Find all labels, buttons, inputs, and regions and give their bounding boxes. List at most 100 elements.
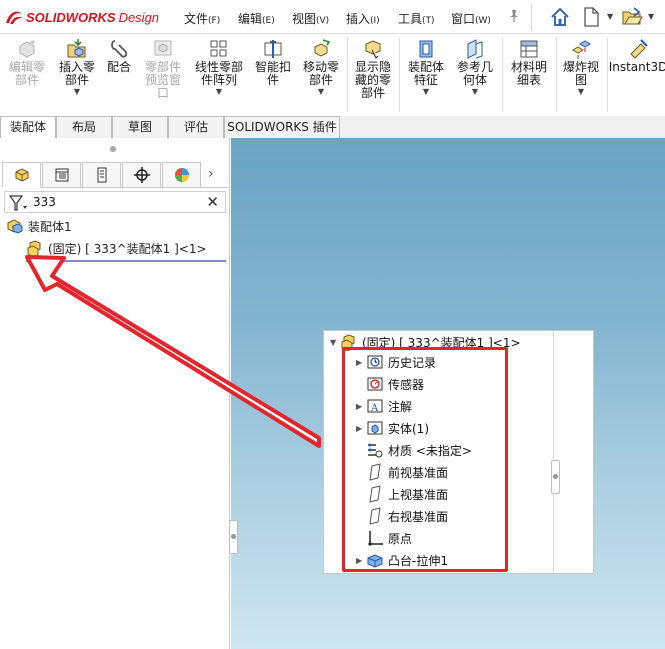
tab-layout[interactable]: 布局 bbox=[56, 116, 112, 138]
tree-root-assembly[interactable]: 装配体1 bbox=[6, 217, 72, 235]
tab-assembly[interactable]: 装配体 bbox=[0, 116, 56, 139]
bom-label: 材料明 细表 bbox=[510, 60, 547, 87]
edit-component-button[interactable]: 编辑零 部件 bbox=[4, 38, 50, 87]
dimxpert-icon bbox=[133, 167, 150, 183]
filter-input[interactable]: 333 bbox=[33, 195, 56, 209]
component-preview-label: 零部件 预览窗 口 bbox=[144, 60, 181, 100]
menu-window[interactable]: 窗口(W) bbox=[451, 10, 491, 27]
display-manager-icon bbox=[174, 168, 189, 182]
feature-manager-icon bbox=[15, 168, 28, 182]
ribbon-separator bbox=[502, 38, 503, 112]
menu-file-key: (F) bbox=[208, 16, 221, 26]
tree-root-label: 装配体1 bbox=[28, 219, 72, 234]
command-tabs-bar: 装配体 布局 草图 评估 SOLIDWORKS 插件 bbox=[0, 116, 665, 139]
exploded-view-button[interactable]: 爆炸视 图 ▼ bbox=[558, 38, 604, 96]
tab-dimxpert-manager[interactable] bbox=[122, 162, 161, 188]
tab-configuration-manager[interactable] bbox=[82, 162, 121, 188]
menu-window-label: 窗口 bbox=[451, 12, 476, 26]
selection-underline bbox=[26, 260, 226, 262]
title-bar: SOLIDWORKS Design 文件(F) 编辑(E) 视图(V) 插入(I… bbox=[0, 0, 665, 34]
reference-geometry-button[interactable]: 参考几 何体 ▼ bbox=[452, 38, 498, 96]
linear-pattern-dropdown-icon[interactable]: ▼ bbox=[216, 88, 222, 96]
tree-component-333[interactable]: (固定) [ 333^装配体1 ]<1> bbox=[26, 239, 207, 257]
bom-icon bbox=[520, 40, 538, 58]
component-preview-button[interactable]: 零部件 预览窗 口 bbox=[138, 38, 188, 100]
menu-tools[interactable]: 工具(T) bbox=[398, 10, 435, 27]
collapse-icon[interactable]: ▼ bbox=[330, 338, 340, 347]
brand-name: SOLIDWORKS bbox=[26, 9, 116, 25]
linear-pattern-button[interactable]: 线性零部 件阵列 ▼ bbox=[190, 38, 248, 96]
menu-view-label: 视图 bbox=[292, 12, 317, 26]
configuration-manager-icon bbox=[97, 167, 106, 183]
new-document-icon[interactable] bbox=[580, 6, 602, 28]
panel-tab-strip bbox=[2, 162, 228, 188]
edit-component-label: 编辑零 部件 bbox=[8, 60, 45, 87]
tree-filter-box[interactable]: 333 ✕ bbox=[4, 191, 226, 213]
bom-button[interactable]: 材料明 细表 bbox=[505, 38, 553, 87]
menu-view-key: (V) bbox=[316, 16, 330, 26]
tab-evaluate[interactable]: 评估 bbox=[168, 116, 224, 138]
home-icon[interactable] bbox=[549, 6, 571, 28]
viewport-side-handle[interactable] bbox=[229, 520, 238, 554]
reference-geometry-dropdown-icon[interactable]: ▼ bbox=[472, 88, 478, 96]
insert-component-dropdown-icon[interactable]: ▼ bbox=[74, 88, 80, 96]
ribbon-separator bbox=[399, 38, 400, 112]
ribbon-separator bbox=[556, 38, 557, 112]
ribbon-separator bbox=[347, 38, 348, 112]
menu-view[interactable]: 视图(V) bbox=[292, 10, 329, 27]
property-manager-icon bbox=[55, 168, 68, 182]
smart-fastener-button[interactable]: 智能扣 件 bbox=[251, 38, 295, 87]
move-component-button[interactable]: 移动零 部件 ▼ bbox=[298, 38, 344, 96]
insert-component-label: 插入零 部件 bbox=[58, 60, 95, 87]
red-highlight-box bbox=[342, 347, 508, 572]
tab-property-manager[interactable] bbox=[42, 162, 81, 188]
assembly-icon bbox=[7, 219, 23, 234]
open-folder-icon[interactable] bbox=[621, 6, 643, 28]
clear-filter-icon[interactable]: ✕ bbox=[206, 193, 219, 211]
fixed-part-icon bbox=[27, 240, 41, 257]
exploded-view-dropdown-icon[interactable]: ▼ bbox=[578, 88, 584, 96]
toolbar-separator bbox=[531, 4, 532, 30]
assembly-feature-icon bbox=[419, 40, 433, 58]
move-component-dropdown-icon[interactable]: ▼ bbox=[318, 88, 324, 96]
panel-resize-handle[interactable] bbox=[110, 146, 116, 152]
smart-fastener-icon bbox=[264, 40, 282, 58]
assembly-feature-label: 装配体 特征 bbox=[407, 60, 444, 87]
popup-side-handle[interactable] bbox=[551, 460, 560, 494]
instant3d-button[interactable]: Instant3D bbox=[609, 38, 665, 74]
show-hidden-label: 显示隐 藏的零 部件 bbox=[354, 60, 391, 100]
mate-button[interactable]: 配合 bbox=[104, 38, 134, 74]
solidworks-logo[interactable]: SOLIDWORKS Design bbox=[4, 8, 159, 26]
menu-insert-label: 插入 bbox=[346, 12, 371, 26]
mate-icon bbox=[111, 40, 128, 58]
move-component-icon bbox=[314, 39, 331, 57]
show-hidden-icon bbox=[365, 40, 381, 59]
pin-icon[interactable] bbox=[507, 9, 521, 23]
open-dropdown-arrow-icon[interactable]: ▼ bbox=[648, 12, 654, 21]
ribbon-separator bbox=[607, 38, 608, 112]
assembly-feature-dropdown-icon[interactable]: ▼ bbox=[423, 88, 429, 96]
exploded-view-icon bbox=[572, 40, 591, 59]
reference-geometry-label: 参考几 何体 bbox=[456, 60, 493, 87]
tab-feature-manager[interactable] bbox=[2, 162, 41, 188]
popup-divider bbox=[553, 331, 554, 573]
filter-icon bbox=[8, 195, 27, 211]
show-hidden-components-button[interactable]: 显示隐 藏的零 部件 bbox=[350, 38, 396, 100]
insert-component-button[interactable]: 插入零 部件 ▼ bbox=[54, 38, 100, 96]
tab-sketch[interactable]: 草图 bbox=[112, 116, 168, 138]
new-dropdown-arrow-icon[interactable]: ▼ bbox=[607, 12, 613, 21]
menu-tools-label: 工具 bbox=[398, 12, 423, 26]
menu-file[interactable]: 文件(F) bbox=[184, 10, 220, 27]
assembly-feature-button[interactable]: 装配体 特征 ▼ bbox=[402, 38, 450, 96]
instant3d-icon bbox=[630, 39, 648, 59]
tab-solidworks-addins[interactable]: SOLIDWORKS 插件 bbox=[224, 116, 340, 138]
brand-suffix: Design bbox=[118, 9, 160, 25]
tab-display-manager[interactable] bbox=[162, 162, 201, 188]
menu-file-label: 文件 bbox=[184, 12, 209, 26]
smart-fastener-label: 智能扣 件 bbox=[254, 60, 291, 87]
linear-pattern-icon bbox=[210, 40, 227, 57]
edit-component-icon bbox=[19, 40, 35, 58]
panel-tabs-more-icon[interactable]: › bbox=[208, 166, 214, 182]
menu-insert[interactable]: 插入(I) bbox=[346, 10, 380, 27]
menu-edit[interactable]: 编辑(E) bbox=[238, 10, 275, 27]
